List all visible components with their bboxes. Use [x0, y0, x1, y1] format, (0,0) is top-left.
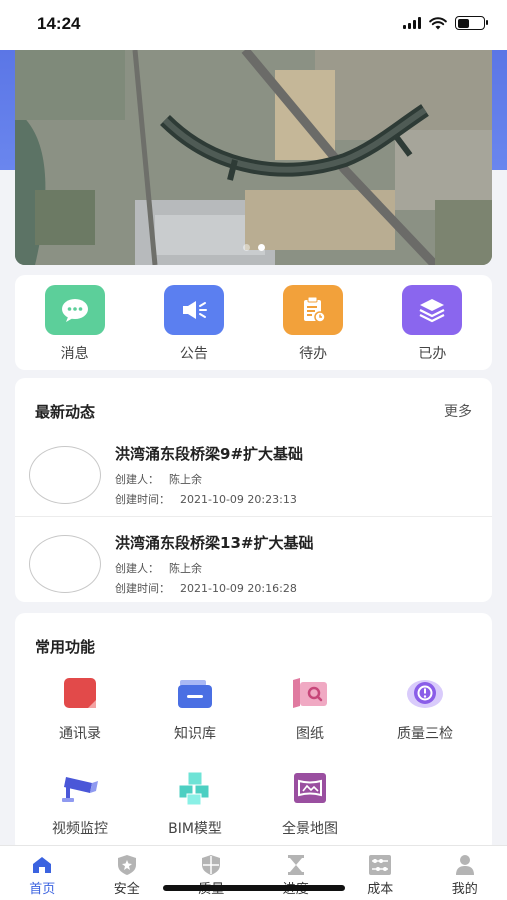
function-bim-model[interactable]: BIM模型 [145, 768, 245, 838]
function-quality-check[interactable]: 质量三检 [375, 673, 475, 743]
news-item-creator: 创建人： 陈上余 [115, 471, 202, 487]
quick-action-label: 公告 [179, 346, 208, 362]
todo-clipboard-icon [283, 285, 344, 335]
quick-action-label: 消息 [60, 346, 89, 362]
functions-header: 常用功能 [15, 613, 492, 661]
function-video-monitor[interactable]: 视频监控 [30, 768, 130, 838]
news-thumbnail [29, 535, 101, 593]
news-item-time: 创建时间： 2021-10-09 20:23:13 [115, 491, 297, 507]
shield-icon [114, 854, 140, 876]
banner-pagination [15, 244, 492, 251]
quick-action-label: 待办 [299, 346, 328, 362]
quick-actions-card: 消息 公告 待办 已办 [15, 275, 492, 370]
news-section-title: 最新动态 [35, 402, 96, 421]
tab-label: 我的 [451, 882, 478, 897]
news-more-link[interactable]: 更多 [444, 401, 472, 421]
creator-label: 创建人： [115, 562, 159, 575]
contacts-book-icon [60, 673, 100, 713]
creator-value: 陈上余 [169, 562, 202, 575]
quick-action-done[interactable]: 已办 [392, 285, 472, 363]
tab-home[interactable]: 首页 [0, 846, 85, 900]
tab-label: 首页 [29, 882, 56, 897]
bim-cubes-icon [175, 768, 215, 808]
status-icons [403, 16, 488, 30]
news-item-title: 洪湾涌东段桥梁9#扩大基础 [115, 445, 304, 463]
tab-safety[interactable]: 安全 [85, 846, 170, 900]
status-bar: 14:24 [0, 0, 507, 50]
creator-value: 陈上余 [169, 473, 202, 486]
quality-shield-icon [198, 854, 224, 876]
abacus-icon [367, 854, 393, 876]
status-time: 14:24 [37, 14, 81, 33]
time-label: 创建时间： [115, 582, 170, 595]
function-panorama-map[interactable]: 全景地图 [260, 768, 360, 838]
battery-icon [455, 16, 488, 30]
user-icon [452, 854, 478, 876]
time-value: 2021-10-09 20:23:13 [180, 493, 297, 506]
function-label: 通讯录 [59, 726, 101, 742]
quick-action-announcements[interactable]: 公告 [154, 285, 234, 363]
latest-news-card: 最新动态 更多 洪湾涌东段桥梁9#扩大基础 创建人： 陈上余 创建时间： 2021-… [15, 378, 492, 602]
tab-cost[interactable]: 成本 [338, 846, 423, 900]
tab-quality[interactable]: 质量 [169, 846, 254, 900]
cctv-camera-icon [60, 768, 100, 808]
home-icon [29, 854, 55, 876]
tab-label: 成本 [367, 882, 394, 897]
chat-bubble-icon [44, 285, 105, 335]
news-item-time: 创建时间： 2021-10-09 20:16:28 [115, 580, 297, 596]
function-label: 图纸 [296, 726, 324, 742]
function-label: 质量三检 [397, 726, 453, 742]
quick-action-todo[interactable]: 待办 [273, 285, 353, 363]
bottom-tab-bar: 首页 安全 质量 进度 成本 我的 [0, 845, 507, 900]
functions-section-title: 常用功能 [35, 637, 96, 656]
wifi-icon [429, 16, 447, 29]
quick-action-label: 已办 [418, 346, 447, 362]
knowledge-folder-icon [175, 673, 215, 713]
project-banner-image[interactable] [15, 50, 492, 265]
common-functions-card: 常用功能 通讯录 知识库 图纸 质量三检 视频监控 BIM模型 全景地图 [15, 613, 492, 853]
news-item-creator: 创建人： 陈上余 [115, 560, 202, 576]
quick-action-messages[interactable]: 消息 [35, 285, 115, 363]
function-label: 知识库 [174, 726, 216, 742]
function-drawings[interactable]: 图纸 [260, 673, 360, 743]
function-knowledge-base[interactable]: 知识库 [145, 673, 245, 743]
news-item-title: 洪湾涌东段桥梁13#扩大基础 [115, 534, 314, 552]
news-list-item[interactable]: 洪湾涌东段桥梁9#扩大基础 创建人： 陈上余 创建时间： 2021-10-09 20… [15, 428, 492, 516]
aerial-photo-illustration [15, 50, 492, 265]
tab-mine[interactable]: 我的 [423, 846, 507, 900]
home-indicator [163, 885, 345, 891]
function-label: 全景地图 [282, 821, 338, 837]
battery-level [457, 18, 469, 28]
time-value: 2021-10-09 20:16:28 [180, 582, 297, 595]
news-list-item[interactable]: 洪湾涌东段桥梁13#扩大基础 创建人： 陈上余 创建时间： 2021-10-09 2… [15, 516, 492, 604]
quality-check-icon [405, 673, 445, 713]
layers-icon [402, 285, 463, 335]
function-label: 视频监控 [52, 821, 108, 837]
banner-dot[interactable] [242, 244, 250, 251]
banner-dot-active[interactable] [257, 244, 265, 251]
function-label: BIM模型 [168, 821, 222, 837]
news-header: 最新动态 更多 [15, 378, 492, 426]
hourglass-icon [283, 854, 309, 876]
megaphone-icon [163, 285, 224, 335]
blueprint-icon [290, 673, 330, 713]
time-label: 创建时间： [115, 493, 170, 506]
tab-label: 安全 [113, 882, 140, 897]
creator-label: 创建人： [115, 473, 159, 486]
news-thumbnail [29, 446, 101, 504]
tab-progress[interactable]: 进度 [254, 846, 339, 900]
cellular-signal-icon [403, 17, 421, 29]
function-contacts[interactable]: 通讯录 [30, 673, 130, 743]
panorama-map-icon [290, 768, 330, 808]
